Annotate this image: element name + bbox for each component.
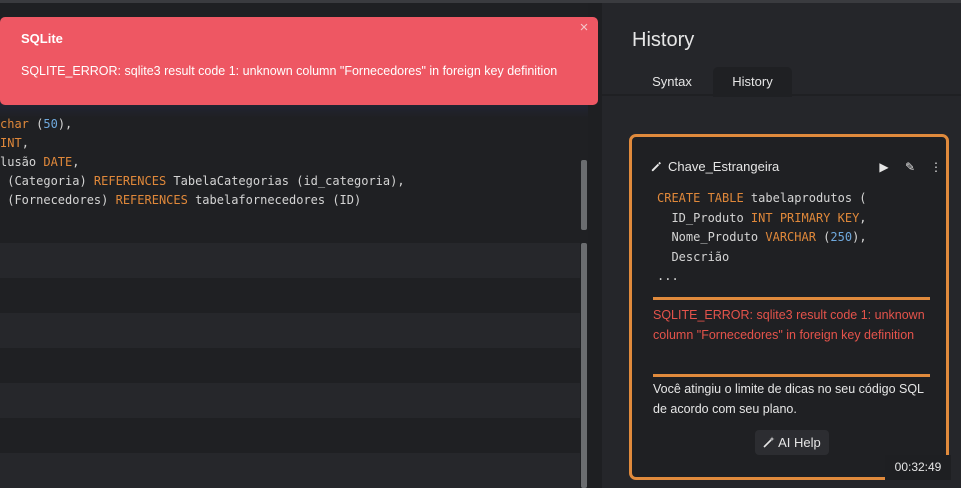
- editor-scrollbar[interactable]: [581, 160, 587, 230]
- tab-history[interactable]: History: [713, 67, 792, 97]
- result-row: [0, 348, 580, 383]
- code-line[interactable]: (Fornecedores) REFERENCES tabelaforneced…: [0, 191, 361, 210]
- snippet-line: CREATE TABLE tabelaprodutos (: [657, 189, 867, 209]
- sql-text: Descrião: [657, 249, 730, 264]
- sql-text: Nome_Produto: [657, 230, 766, 244]
- edit-icon[interactable]: ✎: [902, 159, 918, 175]
- hint-limit-message: Você atingiu o limite de dicas no seu có…: [653, 382, 924, 416]
- history-code-snippet: CREATE TABLE tabelaprodutos ( ID_Produto…: [657, 189, 867, 287]
- sql-keyword: DATE: [43, 155, 73, 169]
- sql-number: 50: [43, 117, 58, 131]
- sql-keyword: REFERENCES: [93, 174, 167, 188]
- result-row: [0, 383, 580, 418]
- sql-text: ,: [72, 155, 80, 169]
- results-scrollbar[interactable]: [581, 243, 587, 488]
- sql-text: ,: [859, 210, 867, 225]
- sql-text: tabelaprodutos (: [743, 191, 867, 205]
- history-error-message: SQLITE_ERROR: sqlite3 result code 1: unk…: [653, 308, 925, 342]
- results-grid: [0, 243, 588, 488]
- tab-syntax[interactable]: Syntax: [632, 67, 712, 97]
- snippet-line: Nome_Produto VARCHAR (250),: [657, 228, 867, 248]
- toast-message: SQLITE_ERROR: sqlite3 result code 1: unk…: [21, 64, 558, 78]
- result-row: [0, 278, 580, 313]
- result-row: [0, 418, 580, 453]
- run-icon[interactable]: ▶: [876, 159, 892, 175]
- sql-text: TabelaCategorias (id_categoria),: [166, 174, 405, 188]
- snippet-line: ...: [657, 267, 867, 287]
- sql-keyword: VARCHAR: [765, 230, 816, 244]
- history-panel: History Syntax History Chave_Estrangeira…: [602, 3, 961, 488]
- sql-keyword: INT PRIMARY KEY: [750, 210, 860, 225]
- sql-text: ...: [657, 269, 679, 283]
- sql-text: tabelafornecedores (ID): [187, 193, 362, 207]
- sql-keyword: char: [0, 117, 29, 131]
- history-item-header: Chave_Estrangeira: [650, 159, 779, 174]
- card-divider: [653, 374, 930, 377]
- snippet-line: Descrião: [657, 248, 867, 268]
- card-divider: [653, 297, 930, 300]
- close-icon[interactable]: ×: [577, 20, 591, 36]
- result-row: [0, 313, 580, 348]
- code-line[interactable]: (Categoria) REFERENCES TabelaCategorias …: [0, 172, 405, 191]
- code-line[interactable]: INT,: [0, 134, 29, 153]
- sql-text: (: [28, 117, 44, 131]
- sql-text: (Fornecedores): [0, 193, 116, 207]
- sql-text: ,: [21, 136, 29, 150]
- sql-keyword: INT: [0, 136, 22, 150]
- pencil-icon: [650, 159, 664, 174]
- more-options-icon[interactable]: ⋮: [928, 159, 944, 175]
- sql-keyword: REFERENCES: [115, 193, 188, 207]
- history-item-name[interactable]: Chave_Estrangeira: [668, 159, 779, 174]
- sql-text: lusão: [0, 155, 44, 169]
- sql-text: ),: [852, 230, 867, 244]
- ai-help-button[interactable]: AI Help: [755, 430, 829, 455]
- sql-keyword: CREATE TABLE: [657, 191, 744, 205]
- tab-divider: [602, 94, 961, 96]
- ai-help-label: AI Help: [778, 435, 821, 450]
- sql-text: ),: [57, 117, 73, 131]
- code-line[interactable]: char (50),: [0, 115, 72, 134]
- sql-number: 250: [830, 230, 853, 244]
- history-card[interactable]: Chave_Estrangeira ▶ ✎ ⋮ CREATE TABLE tab…: [629, 134, 949, 480]
- code-line[interactable]: lusão DATE,: [0, 153, 80, 172]
- session-timer: 00:32:49: [885, 455, 951, 480]
- toast-title: SQLite: [21, 31, 63, 46]
- sql-text: (Categoria): [0, 174, 94, 188]
- error-toast: SQLite SQLITE_ERROR: sqlite3 result code…: [0, 17, 598, 105]
- panel-title: History: [632, 29, 695, 51]
- result-row: [0, 453, 580, 488]
- magic-wand-icon: [763, 435, 778, 450]
- result-row: [0, 243, 580, 278]
- sql-text: ID_Produto: [657, 210, 751, 225]
- snippet-line: ID_Produto INT PRIMARY KEY,: [657, 209, 867, 229]
- sql-text: (: [815, 230, 831, 244]
